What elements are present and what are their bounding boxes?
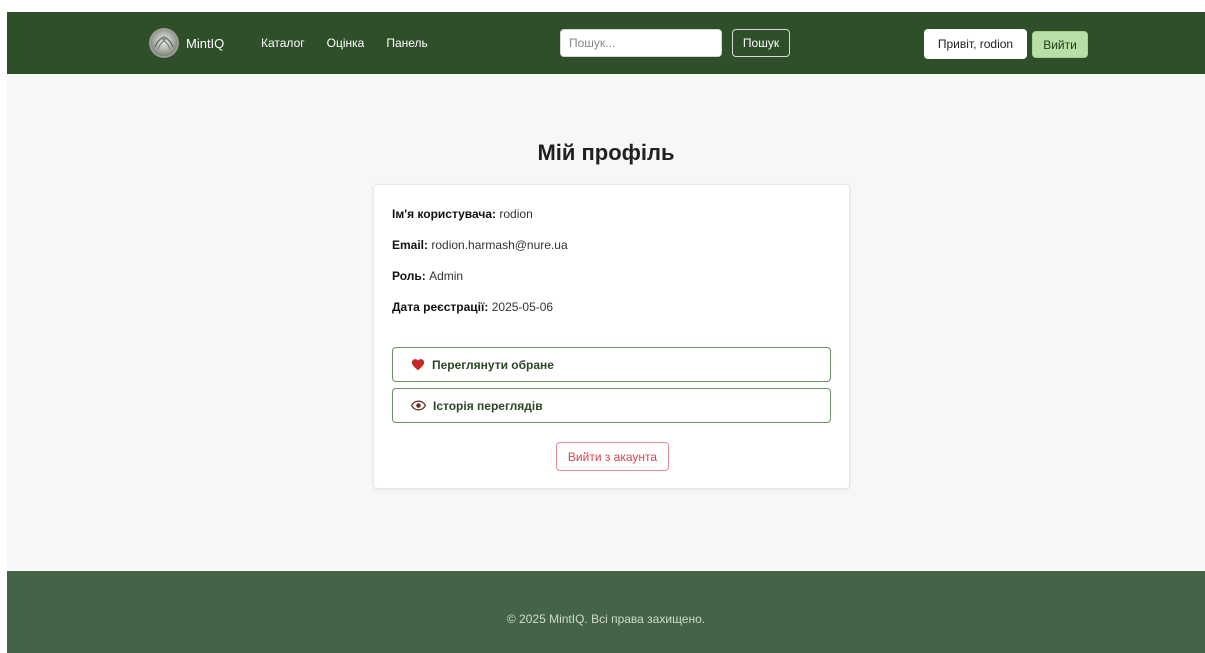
role-row: Роль: Admin: [392, 269, 463, 283]
logout-button[interactable]: Вийти: [1032, 31, 1088, 58]
nav-links: Каталог Оцінка Панель: [261, 36, 450, 50]
registered-label: Дата реєстрації:: [392, 300, 489, 314]
footer-copyright: © 2025 MintIQ. Всі права захищено.: [506, 612, 706, 626]
nav-link-catalog[interactable]: Каталог: [261, 36, 305, 50]
email-row: Email: rodion.harmash@nure.ua: [392, 238, 568, 252]
favorites-button[interactable]: Переглянути обране: [392, 347, 831, 382]
search-button[interactable]: Пошук: [732, 29, 790, 57]
brand-link[interactable]: MintIQ: [149, 28, 224, 58]
registered-row: Дата реєстрації: 2025-05-06: [392, 300, 553, 314]
role-value: Admin: [429, 269, 464, 283]
username-row: Ім'я користувача: rodion: [392, 207, 533, 221]
eye-icon: [411, 400, 426, 411]
navbar: MintIQ Каталог Оцінка Панель Пошук Приві…: [7, 12, 1205, 74]
heart-icon: [411, 358, 425, 371]
history-button[interactable]: Історія переглядів: [392, 388, 831, 423]
favorites-button-label: Переглянути обране: [432, 357, 554, 372]
history-button-label: Історія переглядів: [433, 398, 543, 413]
search-input[interactable]: [560, 29, 722, 57]
nav-link-dashboard[interactable]: Панель: [386, 36, 427, 50]
email-value: rodion.harmash@nure.ua: [431, 238, 568, 252]
email-label: Email:: [392, 238, 429, 252]
brand-name: MintIQ: [186, 35, 225, 51]
page-title: Мій профіль: [537, 140, 675, 165]
username-label: Ім'я користувача:: [392, 207, 497, 221]
user-greeting-button[interactable]: Привіт, rodion: [924, 29, 1027, 59]
footer: © 2025 MintIQ. Всі права захищено.: [7, 571, 1205, 653]
logout-account-button[interactable]: Вийти з акаунта: [556, 442, 669, 471]
profile-card: Ім'я користувача: rodion Email: rodion.h…: [373, 184, 850, 489]
nav-link-rating[interactable]: Оцінка: [327, 36, 365, 50]
role-label: Роль:: [392, 269, 426, 283]
browser-viewport: MintIQ Каталог Оцінка Панель Пошук Приві…: [7, 12, 1205, 653]
registered-value: 2025-05-06: [491, 300, 554, 314]
brand-logo: [149, 28, 179, 58]
username-value: rodion: [499, 207, 533, 221]
